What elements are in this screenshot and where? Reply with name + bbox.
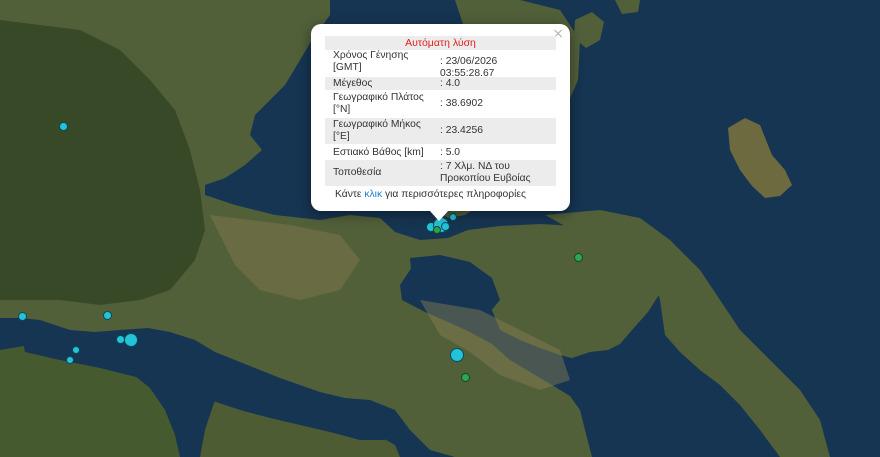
earthquake-marker[interactable] — [103, 311, 112, 320]
info-row-origin-time: Χρόνος Γένησης [GMT] : 23/06/2026 03:55:… — [325, 50, 556, 79]
info-row-longitude: Γεωγραφικό Μήκος [°E] : 23.4256 — [325, 118, 556, 144]
row-label: Γεωγραφικό Πλάτος [°N] — [333, 92, 424, 115]
info-row-location: Τοποθεσία : 7 Χλμ. ΝΔ του Προκοπίου Ευβο… — [325, 160, 556, 186]
more-info-link[interactable]: κλικ — [364, 189, 382, 200]
earthquake-marker[interactable] — [450, 348, 464, 362]
footer-text-before: Κάντε — [335, 189, 365, 200]
earthquake-marker[interactable] — [59, 122, 68, 131]
row-value: : 4.0 — [440, 78, 461, 89]
row-label: Τοποθεσία — [333, 167, 382, 178]
row-value: : 7 Χλμ. ΝΔ του Προκοπίου Ευβοίας — [440, 161, 531, 184]
earthquake-marker[interactable] — [66, 356, 74, 364]
earthquake-marker[interactable] — [72, 346, 80, 354]
earthquake-marker[interactable] — [449, 213, 457, 221]
more-info-text: Κάντε κλικ για περισσότερες πληροφορίες — [335, 189, 526, 200]
row-label: Μέγεθος — [333, 78, 373, 89]
popup-title: Αυτόματη λύση — [325, 36, 556, 50]
row-value: : 5.0 — [440, 147, 461, 158]
earthquake-marker[interactable] — [18, 312, 27, 321]
info-row-magnitude: Μέγεθος : 4.0 — [325, 77, 556, 90]
earthquake-marker[interactable] — [574, 253, 583, 262]
earthquake-marker[interactable] — [461, 373, 470, 382]
row-value: : 23.4256 — [440, 125, 483, 136]
row-label: Γεωγραφικό Μήκος [°E] — [333, 119, 421, 142]
earthquake-marker[interactable] — [433, 226, 441, 234]
earthquake-info-popup: × Αυτόματη λύση Χρόνος Γένησης [GMT] : 2… — [311, 24, 570, 211]
info-row-latitude: Γεωγραφικό Πλάτος [°N] : 38.6902 — [325, 92, 556, 117]
popup-pointer — [429, 210, 449, 221]
earthquake-marker[interactable] — [124, 333, 138, 347]
info-row-depth: Εστιακό Βάθος [km] : 5.0 — [325, 146, 556, 159]
row-value: : 38.6902 — [440, 98, 483, 109]
footer-text-after: για περισσότερες πληροφορίες — [382, 189, 526, 200]
row-label: Εστιακό Βάθος [km] — [333, 147, 424, 158]
earthquake-marker[interactable] — [441, 222, 450, 231]
row-label: Χρόνος Γένησης [GMT] — [333, 50, 409, 73]
